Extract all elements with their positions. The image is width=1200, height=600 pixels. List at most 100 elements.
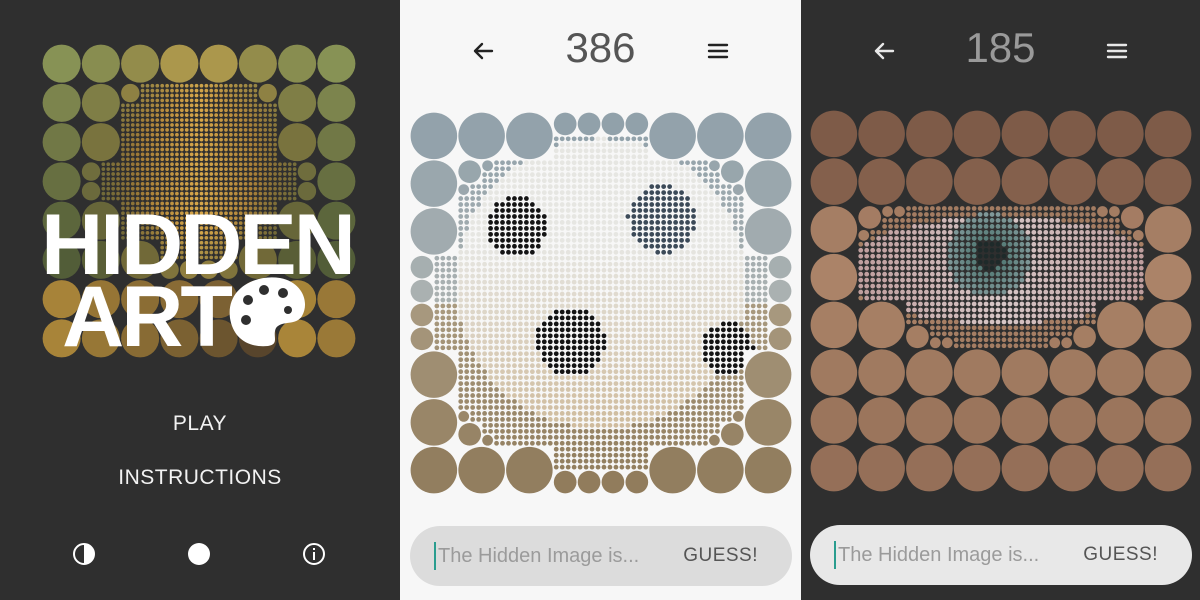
info-icon[interactable] — [302, 542, 326, 566]
mosaic-dot — [1132, 247, 1138, 253]
mosaic-dot — [625, 345, 631, 351]
mosaic-dot — [1067, 241, 1073, 247]
mosaic-dot — [1126, 289, 1132, 295]
mosaic-dot — [965, 307, 971, 313]
mosaic-dot — [488, 357, 493, 363]
mosaic-dot — [1067, 277, 1073, 283]
guess-button[interactable]: GUESS! — [683, 545, 758, 567]
mosaic-dot — [918, 295, 923, 301]
guess-input[interactable] — [434, 542, 664, 570]
mosaic-dot — [703, 321, 708, 327]
mosaic-dot — [150, 103, 155, 108]
mosaic-dot — [571, 381, 577, 386]
hamburger-menu-icon[interactable] — [703, 36, 733, 66]
mosaic-dot — [559, 172, 565, 178]
mosaic-dot — [482, 369, 487, 375]
hidden-image-mosaic[interactable] — [410, 112, 792, 494]
hidden-image-mosaic[interactable] — [810, 110, 1192, 492]
mosaic-dot — [446, 345, 452, 351]
circle-icon[interactable] — [187, 542, 211, 566]
mosaic-dot — [607, 273, 613, 279]
mosaic-dot — [488, 422, 493, 428]
mosaic-dot — [170, 147, 174, 152]
mosaic-dot — [947, 331, 953, 337]
mosaic-dot — [170, 152, 174, 157]
mosaic-dot — [243, 186, 248, 191]
mosaic-dot — [858, 247, 864, 253]
mosaic-dot — [219, 128, 223, 132]
mosaic-dot — [685, 428, 690, 434]
mosaic-dot — [738, 291, 744, 297]
mosaic-dot — [1073, 241, 1078, 247]
mosaic-dot — [494, 261, 499, 267]
mosaic-dot — [214, 181, 219, 186]
play-button[interactable]: PLAY — [0, 412, 400, 436]
mosaic-dot — [506, 351, 511, 357]
mosaic-dot — [715, 196, 720, 201]
mosaic-dot — [613, 136, 619, 142]
mosaic-dot — [482, 273, 487, 279]
mosaic-dot — [547, 417, 553, 422]
mosaic-dot — [219, 132, 223, 137]
mosaic-dot — [738, 237, 744, 243]
mosaic-dot — [214, 103, 219, 108]
guess-input[interactable] — [834, 541, 1064, 569]
mosaic-dot — [535, 237, 541, 243]
hamburger-menu-icon[interactable] — [1102, 36, 1132, 66]
mosaic-dot — [697, 440, 702, 446]
mosaic-dot — [607, 214, 613, 219]
mosaic-dot — [589, 279, 595, 285]
mosaic-dot — [583, 464, 589, 470]
mosaic-dot — [488, 393, 493, 398]
mosaic-dot — [1013, 283, 1019, 289]
mosaic-dot — [601, 452, 607, 458]
mosaic-dot — [452, 303, 458, 309]
mosaic-dot — [661, 297, 667, 303]
mosaic-dot — [810, 301, 858, 349]
mosaic-dot — [1037, 241, 1043, 247]
mosaic-dot — [583, 405, 589, 410]
mosaic-dot — [703, 243, 708, 249]
mosaic-dot — [553, 178, 559, 184]
mosaic-dot — [126, 172, 130, 176]
mosaic-dot — [224, 162, 228, 167]
mosaic-dot — [947, 307, 953, 313]
mosaic-dot — [1073, 253, 1078, 259]
contrast-icon[interactable] — [72, 542, 96, 566]
mosaic-dot — [685, 434, 690, 440]
mosaic-dot — [655, 297, 661, 303]
mosaic-dot — [529, 273, 535, 279]
mosaic-dot — [625, 178, 631, 184]
mosaic-dot — [1013, 295, 1019, 301]
mosaic-dot — [224, 128, 228, 132]
guess-button[interactable]: GUESS! — [1083, 544, 1158, 566]
mosaic-dot — [565, 446, 571, 452]
mosaic-dot — [292, 191, 297, 196]
mosaic-dot — [661, 363, 667, 369]
mosaic-dot — [452, 261, 458, 267]
mosaic-dot — [506, 411, 511, 416]
mosaic-dot — [906, 397, 953, 444]
mosaic-dot — [541, 214, 547, 219]
mosaic-dot — [1126, 295, 1132, 301]
mosaic-dot — [410, 112, 458, 160]
mosaic-dot — [535, 428, 541, 434]
mosaic-dot — [150, 93, 155, 98]
mosaic-dot — [1109, 218, 1114, 223]
mosaic-dot — [989, 319, 995, 325]
mosaic-dot — [583, 417, 589, 422]
mosaic-dot — [500, 309, 505, 315]
mosaic-dot — [524, 202, 529, 207]
mosaic-dot — [518, 279, 523, 285]
mosaic-dot — [145, 157, 150, 162]
mosaic-dot — [631, 231, 637, 237]
mosaic-dot — [691, 243, 696, 249]
mosaic-dot — [547, 440, 553, 446]
mosaic-dot — [1037, 343, 1043, 349]
mosaic-dot — [673, 249, 678, 255]
mosaic-dot — [273, 152, 277, 157]
mosaic-dot — [547, 237, 553, 243]
mosaic-dot — [625, 464, 631, 470]
instructions-button[interactable]: INSTRUCTIONS — [0, 466, 400, 490]
mosaic-dot — [643, 255, 649, 261]
